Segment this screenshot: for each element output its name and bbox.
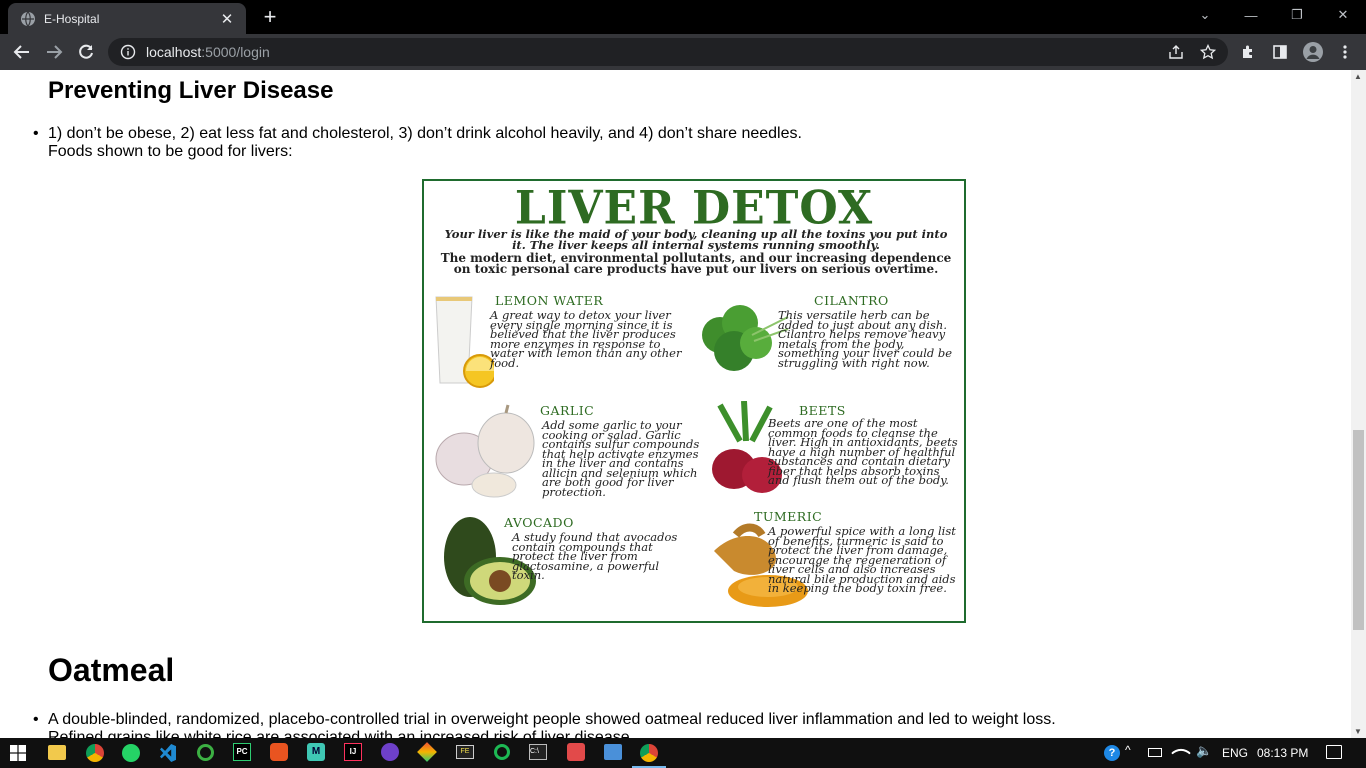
- taskbar: PC M IJ FE C:\ ? ^ 🔈 ENG 08:13 PM: [0, 738, 1366, 768]
- app-red-icon[interactable]: [567, 743, 585, 761]
- url-path: :5000/login: [201, 44, 270, 60]
- item-title: TUMERIC: [754, 509, 823, 524]
- new-tab-button[interactable]: +: [258, 6, 282, 28]
- bookmark-star-icon[interactable]: [1196, 40, 1220, 64]
- scroll-down-icon[interactable]: ▼: [1354, 727, 1362, 736]
- terminal-icon[interactable]: C:\: [529, 744, 547, 760]
- tab-title: E-Hospital: [44, 11, 100, 26]
- git-icon[interactable]: [417, 742, 437, 762]
- oatmeal-list: A double-blinded, randomized, placebo-co…: [33, 711, 1056, 738]
- item-title: CILANTRO: [814, 293, 889, 308]
- item-text: A great way to detox your liver every si…: [490, 308, 682, 370]
- minimize-icon[interactable]: —: [1228, 0, 1274, 30]
- remote-desktop-icon[interactable]: [604, 744, 622, 760]
- app-green-ring-icon[interactable]: [494, 744, 510, 760]
- chrome-active-icon[interactable]: [640, 744, 658, 762]
- intellij-icon[interactable]: IJ: [344, 743, 362, 761]
- menu-kebab-icon[interactable]: [1333, 40, 1357, 64]
- garlic-illustration: [435, 404, 535, 498]
- close-window-icon[interactable]: ✕: [1320, 0, 1366, 30]
- oatmeal-text: A double-blinded, randomized, placebo-co…: [48, 711, 1056, 728]
- list-item: A double-blinded, randomized, placebo-co…: [33, 711, 1056, 738]
- foods-intro: Foods shown to be good for livers:: [48, 143, 293, 160]
- volume-icon[interactable]: 🔈: [1196, 743, 1212, 759]
- cilantro-illustration: [702, 305, 789, 371]
- scrollbar-thumb[interactable]: [1353, 430, 1364, 630]
- notification-icon[interactable]: [1326, 745, 1342, 759]
- wifi-icon[interactable]: [1171, 743, 1191, 763]
- prevention-text: 1) don’t be obese, 2) eat less fat and c…: [48, 125, 802, 142]
- item-title: AVOCADO: [504, 515, 574, 530]
- chevron-up-icon[interactable]: ^: [1125, 743, 1131, 757]
- item-title: LEMON WATER: [495, 293, 604, 308]
- language-indicator[interactable]: ENG: [1222, 746, 1248, 760]
- tab-e-hospital[interactable]: E-Hospital ✕: [8, 3, 246, 34]
- close-tab-icon[interactable]: ✕: [218, 10, 236, 28]
- pycharm-icon[interactable]: PC: [233, 743, 251, 761]
- tab-search-icon[interactable]: ⌄: [1182, 0, 1228, 30]
- section-title: Preventing Liver Disease: [48, 77, 334, 104]
- address-bar[interactable]: localhost:5000/login: [108, 38, 1228, 66]
- item-text: Add some garlic to your cooking or salad…: [542, 418, 700, 499]
- poster-intro-2: The modern diet, environmental pollutant…: [440, 251, 952, 276]
- share-icon[interactable]: [1164, 40, 1188, 64]
- file-explorer-icon[interactable]: [48, 745, 66, 760]
- profile-avatar[interactable]: [1301, 40, 1325, 64]
- item-text: A study found that avocados contain comp…: [512, 530, 678, 582]
- item-text: Beets are one of the most common foods t…: [768, 416, 958, 487]
- item-text: A powerful spice with a long list of ben…: [768, 524, 956, 595]
- scroll-up-icon[interactable]: ▲: [1354, 72, 1362, 81]
- forward-icon[interactable]: [40, 39, 68, 65]
- item-text: This versatile herb can be added to just…: [778, 308, 953, 370]
- battery-icon[interactable]: [1148, 748, 1162, 757]
- oatmeal-text-2: Refined grains like white rice are assoc…: [48, 729, 635, 738]
- info-icon[interactable]: [120, 44, 136, 60]
- restore-icon[interactable]: ❐: [1274, 0, 1320, 30]
- app-badge-icon[interactable]: FE: [456, 745, 474, 759]
- whatsapp-icon[interactable]: [122, 744, 140, 762]
- windows-start-icon[interactable]: [10, 745, 26, 761]
- github-desktop-icon[interactable]: [381, 743, 399, 761]
- clock[interactable]: 08:13 PM: [1257, 746, 1308, 760]
- reload-icon[interactable]: [72, 39, 100, 65]
- lemon-water-illustration: [435, 296, 494, 388]
- back-icon[interactable]: [8, 39, 36, 65]
- liver-detox-image: LIVER DETOX Your liver is like the maid …: [422, 179, 966, 623]
- app-ring-icon[interactable]: [197, 744, 214, 761]
- page-scrollbar[interactable]: ▲ ▼: [1351, 70, 1366, 738]
- poster-intro: Your liver is like the maid of your body…: [444, 227, 948, 252]
- oatmeal-heading: Oatmeal: [48, 652, 175, 688]
- chrome-icon[interactable]: [86, 744, 104, 762]
- item-title: GARLIC: [540, 403, 595, 418]
- tab-strip: E-Hospital ✕ + ⌄ — ❐ ✕: [0, 0, 1366, 34]
- list-item: 1) don’t be obese, 2) eat less fat and c…: [33, 125, 802, 161]
- page-viewport: Preventing Liver Disease 1) don’t be obe…: [0, 70, 1351, 738]
- extensions-icon[interactable]: [1236, 40, 1260, 64]
- browser-toolbar: localhost:5000/login: [0, 34, 1366, 70]
- help-icon[interactable]: ?: [1104, 745, 1120, 761]
- app-m-icon[interactable]: M: [307, 743, 325, 761]
- side-panel-icon[interactable]: [1268, 40, 1292, 64]
- ubuntu-icon[interactable]: [270, 743, 288, 761]
- globe-icon: [21, 11, 35, 26]
- vscode-icon[interactable]: [160, 744, 176, 762]
- prevention-list: 1) don’t be obese, 2) eat less fat and c…: [33, 125, 802, 161]
- url-host: localhost: [146, 44, 202, 60]
